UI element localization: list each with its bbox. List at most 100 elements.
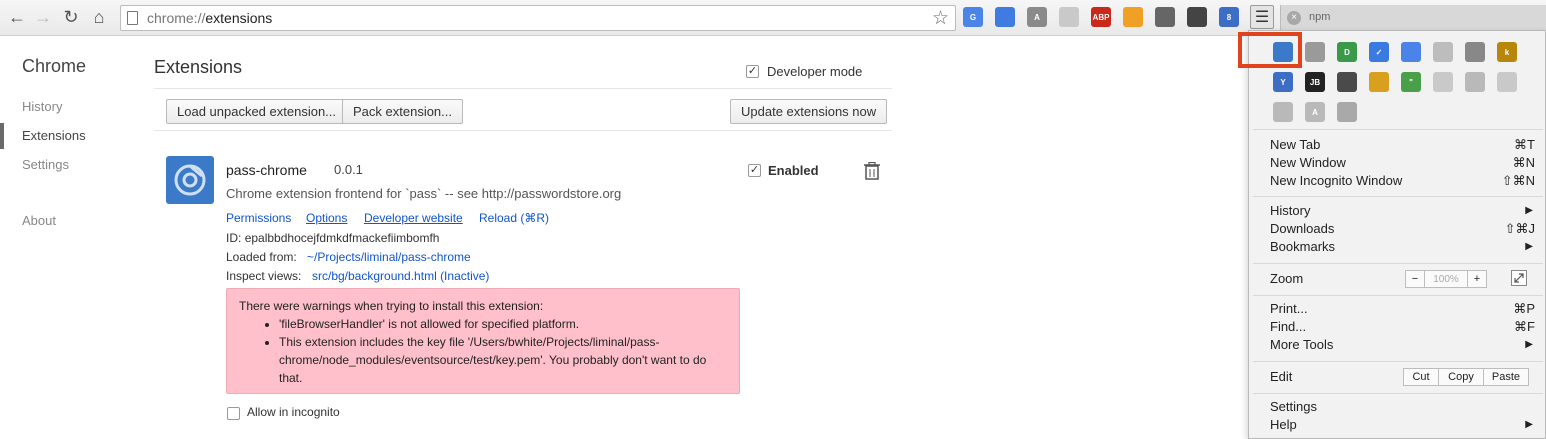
angular-icon[interactable]: A: [1027, 7, 1047, 27]
url-text: chrome://extensions: [147, 10, 273, 26]
reload-link[interactable]: Reload (⌘R): [479, 211, 549, 225]
menu-downloads[interactable]: Downloads: [1270, 221, 1334, 236]
checkmark-icon[interactable]: ✓: [1369, 42, 1389, 62]
sidebar-item-about[interactable]: About: [22, 213, 56, 228]
menu-zoom-label: Zoom: [1270, 271, 1304, 286]
inspect-views-link[interactable]: src/bg/background.html (Inactive): [312, 269, 489, 283]
adblock-plus-icon[interactable]: ABP: [1091, 7, 1111, 27]
analytics-icon[interactable]: [1123, 7, 1143, 27]
options-link[interactable]: Options: [306, 211, 347, 225]
new-tab-shortcut: ⌘T: [1514, 137, 1535, 152]
load-unpacked-button[interactable]: Load unpacked extension...: [166, 99, 348, 124]
menu-separator: [1253, 263, 1543, 264]
forward-arrow-icon[interactable]: →: [32, 6, 54, 28]
fullscreen-icon[interactable]: [1509, 268, 1529, 288]
y-icon[interactable]: Y: [1273, 72, 1293, 92]
new-window-shortcut: ⌘N: [1512, 155, 1535, 170]
zoom-in-button[interactable]: +: [1467, 270, 1487, 288]
zoom-level: 100%: [1424, 270, 1468, 288]
address-bar[interactable]: chrome://extensions ☆: [120, 5, 956, 31]
warning-item: This extension includes the key file '/U…: [279, 333, 727, 387]
dropbox-icon[interactable]: [1465, 72, 1485, 92]
developer-website-link[interactable]: Developer website: [364, 211, 463, 225]
menu-edit-label: Edit: [1270, 369, 1293, 384]
zoom-out-button[interactable]: −: [1405, 270, 1425, 288]
home-icon[interactable]: ⌂: [88, 6, 110, 28]
find-shortcut: ⌘F: [1514, 319, 1535, 334]
tab-npm[interactable]: × npm: [1280, 5, 1546, 31]
bookmark-star-icon[interactable]: ☆: [932, 7, 949, 30]
developer-actions-bar: Load unpacked extension... Pack extensio…: [154, 88, 892, 131]
paste-button[interactable]: Paste: [1483, 368, 1529, 386]
menu-print[interactable]: Print...: [1270, 301, 1308, 316]
pack-extension-button[interactable]: Pack extension...: [342, 99, 463, 124]
extension-id: ID: epalbbdhocejfdmkdfmackefiimbomfh: [226, 231, 440, 245]
update-extensions-button[interactable]: Update extensions now: [730, 99, 888, 124]
reload-icon[interactable]: ↻: [60, 6, 82, 28]
menu-highlight-box: [1238, 32, 1302, 68]
quote-icon[interactable]: ": [1401, 72, 1421, 92]
loaded-from-label: Loaded from:: [226, 250, 297, 264]
plug-icon[interactable]: [1465, 42, 1485, 62]
translate-icon[interactable]: G: [963, 7, 983, 27]
sidebar-item-extensions[interactable]: Extensions: [22, 128, 86, 143]
menu-new-tab[interactable]: New Tab: [1270, 137, 1320, 152]
page-title: Extensions: [154, 57, 243, 77]
menu-separator: [1253, 196, 1543, 197]
page-icon: [127, 11, 138, 25]
sidebar-item-history[interactable]: History: [22, 99, 62, 114]
panda-icon[interactable]: [1187, 7, 1207, 27]
people-icon[interactable]: 8: [1219, 7, 1239, 27]
menu-separator: [1253, 129, 1543, 130]
swirl-icon[interactable]: [1433, 72, 1453, 92]
back-arrow-icon[interactable]: ←: [6, 6, 28, 28]
warning-title: There were warnings when trying to insta…: [239, 299, 544, 313]
rss-icon[interactable]: [1273, 102, 1293, 122]
cast-icon[interactable]: [995, 7, 1015, 27]
menu-more-tools[interactable]: More Tools: [1270, 337, 1333, 352]
developer-mode-checkbox[interactable]: ✓: [746, 65, 759, 78]
developer-mode-label: Developer mode: [767, 64, 863, 79]
menu-history[interactable]: History: [1270, 203, 1310, 218]
menu-settings[interactable]: Settings: [1270, 399, 1317, 414]
color-grid-icon[interactable]: [1369, 72, 1389, 92]
menu-help[interactable]: Help: [1270, 417, 1297, 432]
warning-item: 'fileBrowserHandler' is not allowed for …: [279, 315, 727, 333]
jetbrains-icon[interactable]: JB: [1305, 72, 1325, 92]
portrait-icon[interactable]: [1337, 72, 1357, 92]
angular-gray-icon[interactable]: A: [1305, 102, 1325, 122]
permissions-link[interactable]: Permissions: [226, 211, 291, 225]
loaded-from-path[interactable]: ~/Projects/liminal/pass-chrome: [307, 250, 471, 264]
chrome-menu-button[interactable]: ☰: [1250, 5, 1274, 29]
trash-icon[interactable]: [864, 161, 880, 180]
tag-icon[interactable]: [1401, 42, 1421, 62]
extension-description: Chrome extension frontend for `pass` -- …: [226, 186, 622, 201]
extension-name: pass-chrome: [226, 162, 307, 178]
submenu-arrow-icon: ▶: [1525, 419, 1533, 430]
cut-button[interactable]: Cut: [1403, 368, 1439, 386]
menu-new-incognito[interactable]: New Incognito Window: [1270, 173, 1402, 188]
pass-chrome-extension-icon: [166, 156, 214, 204]
menu-bookmarks[interactable]: Bookmarks: [1270, 239, 1335, 254]
menu-separator: [1253, 361, 1543, 362]
ghostery-icon[interactable]: [1155, 7, 1175, 27]
extension-version: 0.0.1: [334, 162, 363, 177]
enabled-label: Enabled: [768, 163, 819, 178]
menu-find[interactable]: Find...: [1270, 319, 1306, 334]
copy-button[interactable]: Copy: [1438, 368, 1484, 386]
allow-incognito-checkbox[interactable]: [227, 407, 240, 420]
k-icon[interactable]: k: [1497, 42, 1517, 62]
submenu-arrow-icon: ▶: [1525, 339, 1533, 350]
leaf-icon[interactable]: [1433, 42, 1453, 62]
hexagon-icon[interactable]: [1059, 7, 1079, 27]
drive-icon[interactable]: [1337, 102, 1357, 122]
tux-icon[interactable]: [1305, 42, 1325, 62]
tab-title: npm: [1309, 11, 1331, 23]
install-warning-box: There were warnings when trying to insta…: [226, 288, 740, 394]
enabled-checkbox[interactable]: ✓: [748, 164, 761, 177]
menu-new-window[interactable]: New Window: [1270, 155, 1346, 170]
atom-icon[interactable]: [1497, 72, 1517, 92]
green-d-icon[interactable]: D: [1337, 42, 1357, 62]
tab-close-icon[interactable]: ×: [1287, 11, 1301, 25]
sidebar-item-settings[interactable]: Settings: [22, 157, 69, 172]
